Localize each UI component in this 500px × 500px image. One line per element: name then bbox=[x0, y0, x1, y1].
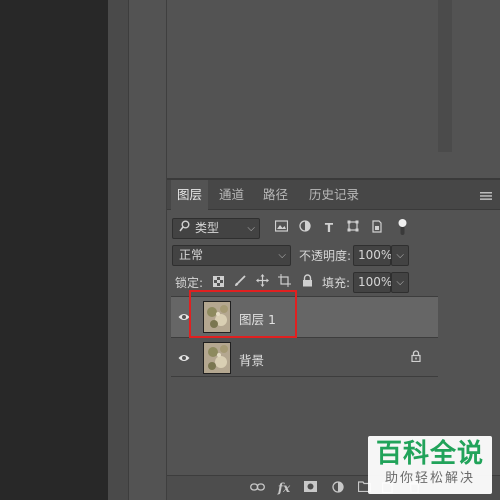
layer-filter-select[interactable]: 类型 ⌵ bbox=[172, 218, 260, 239]
tab-history[interactable]: 历史记录 bbox=[303, 180, 365, 210]
link-layers-icon[interactable] bbox=[249, 481, 265, 495]
lock-icon bbox=[410, 350, 422, 366]
chevron-down-icon: ⌵ bbox=[278, 250, 286, 261]
watermark-subtitle: 助你轻松解决 bbox=[384, 471, 475, 486]
tab-layers[interactable]: 图层 bbox=[171, 180, 209, 210]
fill-label: 填充: bbox=[322, 276, 351, 290]
tab-paths[interactable]: 路径 bbox=[257, 180, 294, 210]
layer-row-background[interactable]: 背景 bbox=[171, 337, 438, 377]
blend-mode-label: 正常 bbox=[179, 248, 204, 262]
fill-input[interactable]: 100% bbox=[353, 272, 392, 293]
chevron-down-icon: ⌵ bbox=[396, 277, 404, 288]
lock-label: 锁定: bbox=[175, 276, 204, 290]
highlight-box bbox=[189, 290, 297, 338]
opacity-input[interactable]: 100% bbox=[353, 245, 392, 266]
lock-image-pixels-brush-icon[interactable] bbox=[234, 275, 246, 291]
layer-name: 背景 bbox=[239, 353, 265, 368]
lock-artboard-icon[interactable] bbox=[278, 274, 291, 291]
adjustment-layer-icon[interactable] bbox=[331, 481, 345, 495]
shape-filter-icon[interactable] bbox=[346, 220, 360, 236]
layer-thumbnail bbox=[203, 342, 231, 374]
opacity-dropdown-button[interactable]: ⌵ bbox=[391, 245, 409, 266]
chevron-down-icon: ⌵ bbox=[396, 250, 404, 261]
adjustment-filter-icon[interactable] bbox=[298, 220, 312, 236]
filter-toggle-icon[interactable] bbox=[397, 218, 407, 240]
watermark-title: 百科全说 bbox=[375, 439, 484, 469]
divider bbox=[171, 376, 438, 377]
collapsed-panel-column bbox=[129, 0, 167, 500]
type-filter-icon[interactable]: T bbox=[322, 220, 336, 236]
eye-visibility-icon[interactable] bbox=[178, 352, 190, 362]
canvas-workspace[interactable] bbox=[0, 0, 108, 500]
search-icon bbox=[178, 220, 190, 236]
upper-panel-scrollbar[interactable] bbox=[438, 0, 452, 152]
panel-menu-icon[interactable] bbox=[480, 190, 492, 200]
opacity-label: 不透明度: bbox=[299, 249, 352, 263]
lock-transparent-pixels-icon[interactable] bbox=[212, 275, 224, 291]
smart-object-filter-icon[interactable] bbox=[370, 220, 384, 237]
lock-position-move-icon[interactable] bbox=[256, 274, 269, 291]
add-mask-icon[interactable] bbox=[303, 481, 317, 495]
watermark-logo: 百科全说 助你轻松解决 bbox=[368, 436, 492, 494]
fill-dropdown-button[interactable]: ⌵ bbox=[391, 272, 409, 293]
image-filter-icon[interactable] bbox=[274, 220, 288, 236]
filter-selected-label: 类型 bbox=[195, 221, 220, 235]
blend-mode-select[interactable]: 正常 ⌵ bbox=[172, 245, 291, 266]
fx-effects-button[interactable]: fx bbox=[275, 481, 293, 495]
chevron-down-icon: ⌵ bbox=[247, 223, 255, 234]
layers-panel-tabbar: 图层 通道 路径 历史记录 bbox=[167, 180, 500, 210]
panel-dock-strip bbox=[108, 0, 128, 500]
lock-all-icon[interactable] bbox=[301, 274, 313, 291]
tab-channels[interactable]: 通道 bbox=[213, 180, 250, 210]
